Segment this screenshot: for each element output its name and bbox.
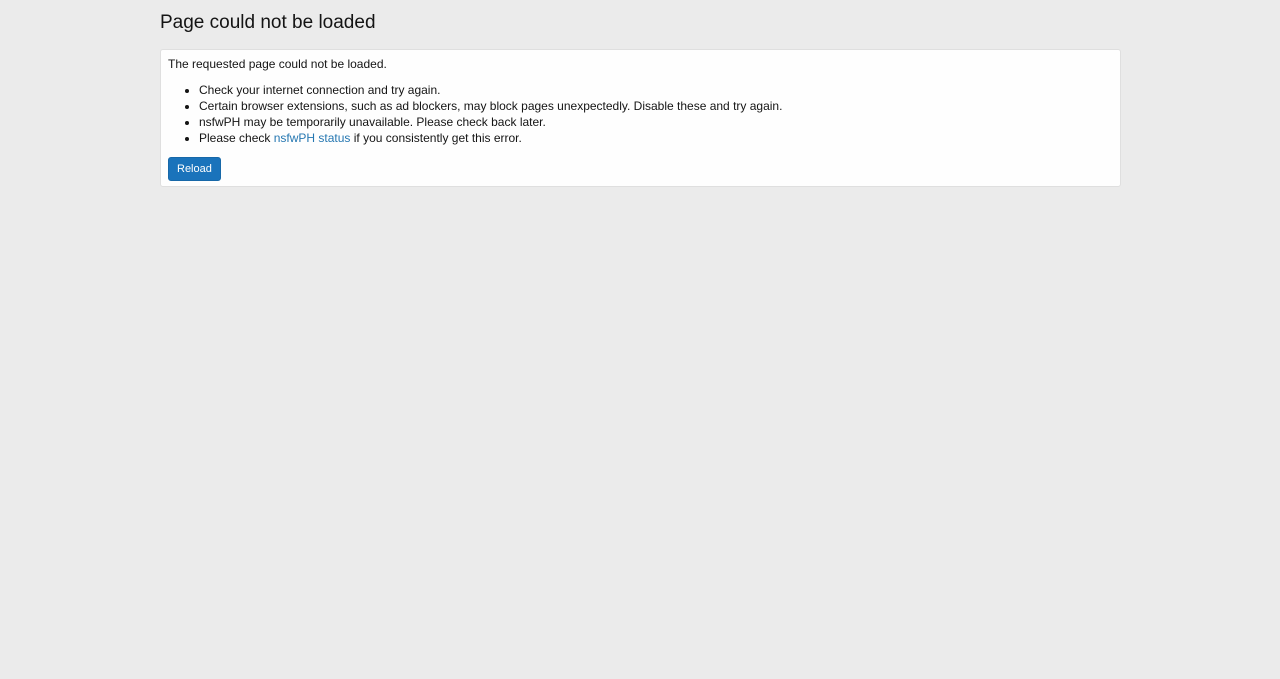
status-link[interactable]: nsfwPH status — [274, 131, 351, 145]
status-tip-prefix: Please check — [199, 131, 274, 145]
page-container: Page could not be loaded The requested p… — [160, 0, 1121, 187]
list-item: Please check nsfwPH status if you consis… — [199, 130, 1112, 146]
list-item: Certain browser extensions, such as ad b… — [199, 98, 1112, 114]
troubleshooting-list: Check your internet connection and try a… — [168, 82, 1112, 146]
error-block: The requested page could not be loaded. … — [160, 49, 1121, 187]
reload-button[interactable]: Reload — [168, 157, 221, 181]
status-tip-suffix: if you consistently get this error. — [350, 131, 522, 145]
error-message: The requested page could not be loaded. — [168, 57, 387, 71]
page-title: Page could not be loaded — [160, 12, 376, 33]
list-item: Check your internet connection and try a… — [199, 82, 1112, 98]
list-item: nsfwPH may be temporarily unavailable. P… — [199, 114, 1112, 130]
